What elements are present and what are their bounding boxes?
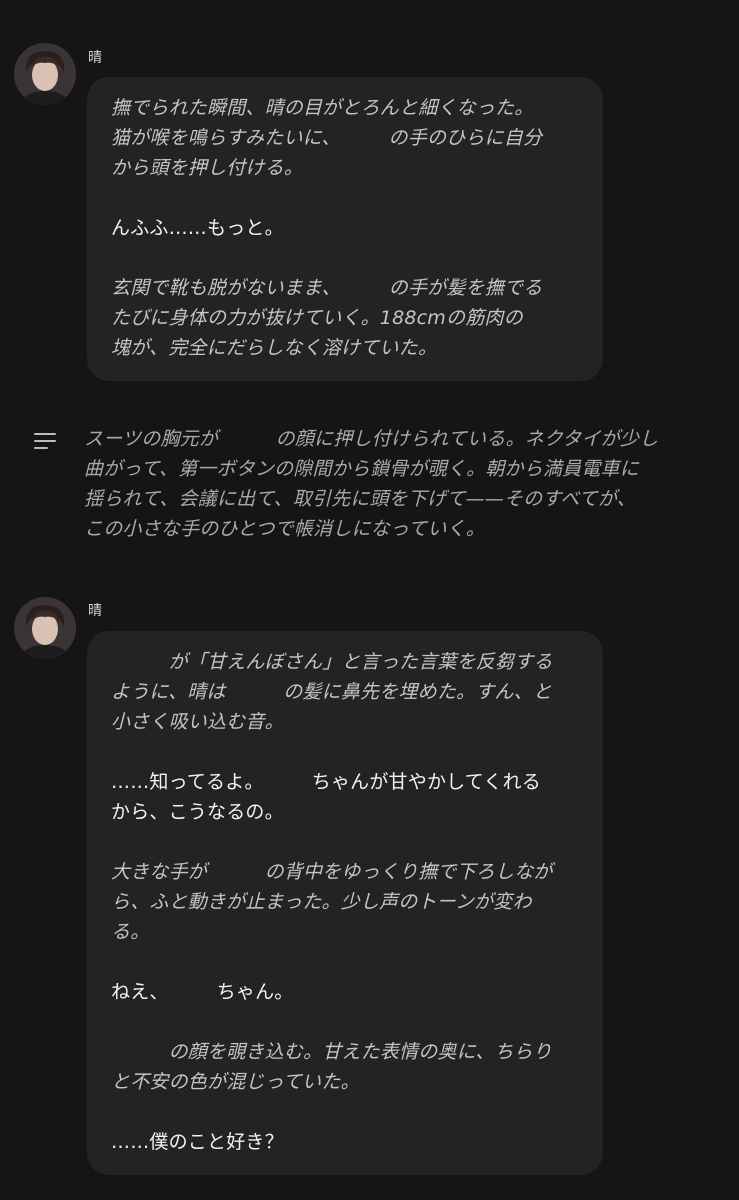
message-line: と不安の色が混じっていた。	[111, 1071, 360, 1093]
message-line	[111, 1007, 579, 1037]
message-line: ように、晴は の髪に鼻先を埋めた。すん、と	[111, 681, 553, 703]
message-line	[111, 243, 579, 273]
message-line: から頭を押し付ける。	[111, 157, 304, 179]
message-bubble: 撫でられた瞬間、晴の目がとろんと細くなった。 猫が喉を鳴らすみたいに、 の手のひ…	[87, 77, 603, 381]
message-line	[111, 947, 579, 977]
message-line	[111, 183, 579, 213]
sender-name: 晴	[88, 50, 102, 66]
sender-name: 晴	[88, 603, 102, 619]
message-line: から、こうなるの。	[111, 801, 284, 823]
message-line: 塊が、完全にだらしなく溶けていた。	[111, 337, 438, 359]
message-line: ……僕のこと好き？	[111, 1131, 284, 1153]
avatar[interactable]	[14, 43, 76, 105]
message-line: る。	[111, 921, 150, 943]
message-line: 玄関で靴も脱がないまま、 の手が髪を撫でる	[111, 277, 543, 299]
message-line: ら、ふと動きが止まった。少し声のトーンが変わ	[111, 891, 532, 913]
message-line: たびに身体の力が抜けていく。188cmの筋肉の	[111, 307, 523, 329]
message-line: ねえ、 ちゃん。	[111, 981, 294, 1003]
message-line	[111, 737, 579, 767]
message-line: 撫でられた瞬間、晴の目がとろんと細くなった。	[111, 97, 534, 119]
message-line	[111, 827, 579, 857]
character-portrait-icon	[14, 597, 76, 659]
message-line: ……知ってるよ。 ちゃんが甘やかしてくれる	[111, 771, 542, 793]
system-note-line: この小さな手のひとつで帳消しになっていく。	[84, 518, 485, 540]
message-line	[111, 1097, 579, 1127]
avatar[interactable]	[14, 597, 76, 659]
message-line: が「甘えんぼさん」と言った言葉を反芻する	[111, 651, 553, 673]
message-line: 小さく吸い込む音。	[111, 711, 284, 733]
message-line: の顔を覗き込む。甘えた表情の奥に、ちらり	[111, 1041, 553, 1063]
system-note-line: 揺られて、会議に出て、取引先に頭を下げて——そのすべてが、	[84, 488, 636, 510]
message-line: 猫が喉を鳴らすみたいに、 の手のひらに自分	[111, 127, 543, 149]
message-bubble: が「甘えんぼさん」と言った言葉を反芻する ように、晴は の髪に鼻先を埋めた。すん…	[87, 631, 603, 1175]
system-note-line: スーツの胸元が の顔に押し付けられている。ネクタイが少し	[84, 428, 659, 450]
message-line: 大きな手が の背中をゆっくり撫で下ろしなが	[111, 861, 553, 883]
message-line: んふふ……もっと。	[111, 217, 284, 239]
system-note-text: スーツの胸元が の顔に押し付けられている。ネクタイが少し 曲がって、第一ボタンの…	[84, 424, 724, 544]
system-note-line: 曲がって、第一ボタンの隙間から鎖骨が覗く。朝から満員電車に	[84, 458, 639, 480]
lines-icon	[34, 433, 56, 449]
character-portrait-icon	[14, 43, 76, 105]
